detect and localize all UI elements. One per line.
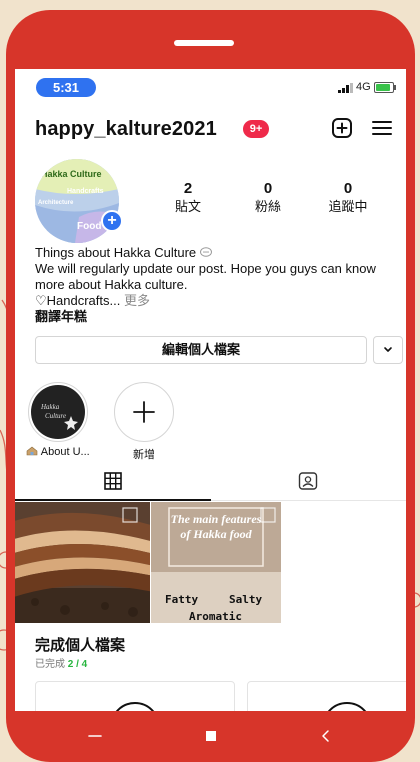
more-link[interactable]: 更多: [124, 293, 150, 308]
tag-aromatic: Aromatic: [189, 610, 242, 623]
battery-cap: [394, 85, 396, 90]
bio-line-1: Things about Hakka Culture: [35, 245, 400, 261]
plus-square-icon[interactable]: [330, 116, 354, 140]
highlight-label: About U...: [26, 446, 90, 458]
tab-grid[interactable]: [15, 464, 211, 499]
avatar-text-handcrafts: Handcrafts: [67, 188, 104, 195]
highlight-cover-text-2: Culture: [45, 412, 66, 420]
home-square-icon[interactable]: [199, 729, 223, 743]
profile-bio: Things about Hakka Culture We will regul…: [35, 245, 400, 325]
add-story-button[interactable]: +: [101, 210, 123, 232]
system-nav-bar: [6, 711, 415, 762]
followers-count: 0: [263, 180, 273, 197]
back-chevron-icon[interactable]: [314, 729, 338, 743]
translate-link[interactable]: 翻譯年糕: [35, 309, 400, 325]
profile-task-card-2[interactable]: [247, 681, 406, 711]
edit-profile-button[interactable]: 編輯個人檔案: [35, 336, 367, 364]
bio-line-1-text: Things about Hakka Culture: [35, 245, 197, 260]
new-highlight-circle: [114, 382, 174, 442]
plus-icon: [133, 401, 155, 423]
grid-icon: [104, 472, 122, 490]
posts-label: 貼文: [174, 199, 201, 214]
phone-speaker: [174, 40, 234, 46]
active-tab-indicator: [15, 499, 211, 501]
new-highlight-label: 新增: [133, 449, 155, 461]
highlight-about-us[interactable]: Hakka Culture About U...: [26, 382, 90, 458]
chevron-down-icon: [384, 347, 392, 352]
profile-photo-task-icon: [110, 702, 160, 711]
braised-pork-photo: [15, 502, 150, 623]
profile-username[interactable]: happy_kalture2021: [35, 118, 217, 141]
profile-task-card-1[interactable]: [35, 681, 235, 711]
chat-bubble-icon: [199, 247, 212, 257]
progress-prefix: 已完成: [35, 659, 65, 670]
highlight-cover-art: Hakka Culture: [31, 385, 85, 439]
highlight-new[interactable]: 新增: [112, 382, 176, 462]
avatar-text-architecture: Architecture: [38, 200, 74, 206]
complete-profile-title: 完成個人檔案: [35, 637, 126, 654]
recent-apps-icon[interactable]: [83, 729, 107, 743]
bio-line-2: We will regularly update our post. Hope …: [35, 261, 376, 292]
highlight-label-text: About U...: [40, 446, 90, 458]
followers-label: 粉絲: [254, 199, 281, 214]
avatar-text-culture: Hakka Culture: [41, 169, 102, 179]
highlight-cover-text-1: Hakka: [40, 403, 60, 411]
post-card-title: The main features of Hakka food: [170, 512, 262, 541]
following-count: 0: [343, 180, 353, 197]
battery-level: [376, 84, 391, 91]
battery-charging-icon: [374, 82, 394, 93]
stat-followers[interactable]: 0 粉絲: [233, 180, 303, 216]
tag-salty: Salty: [229, 593, 263, 606]
network-type: 4G: [356, 81, 371, 93]
tag-fatty: Fatty: [165, 593, 199, 606]
phone-screen: 5:31 4G happy_kalture2021 9+ Hakka Cultu…: [15, 69, 406, 711]
profile-header: happy_kalture2021 9+: [15, 107, 406, 151]
posts-count: 2: [183, 180, 193, 197]
signal-bars-icon: [338, 83, 353, 93]
notification-badge[interactable]: 9+: [243, 120, 269, 138]
suggestions-dropdown-button[interactable]: [373, 336, 403, 364]
stat-following[interactable]: 0 追蹤中: [313, 180, 383, 216]
tab-tagged[interactable]: [211, 464, 406, 499]
tagged-person-icon: [298, 472, 318, 490]
following-label: 追蹤中: [328, 199, 368, 214]
profile-tabs: [15, 464, 406, 501]
bio-line-3: ♡Handcrafts... 更多: [35, 293, 400, 309]
complete-profile-progress: 已完成 2 / 4: [35, 655, 87, 670]
house-icon: [27, 446, 38, 456]
post-hakka-food-features[interactable]: The main features of Hakka food Fatty Sa…: [151, 502, 281, 623]
phone-frame: 5:31 4G happy_kalture2021 9+ Hakka Cultu…: [6, 10, 415, 762]
post-braised-pork[interactable]: [15, 502, 150, 623]
status-bar: 5:31 4G: [15, 69, 406, 107]
hamburger-menu-icon[interactable]: [370, 116, 394, 140]
progress-count: 2 / 4: [67, 659, 88, 670]
status-time: 5:31: [36, 78, 96, 97]
stat-posts[interactable]: 2 貼文: [153, 180, 223, 216]
bio-line-3-text: ♡Handcrafts...: [35, 293, 121, 308]
highlight-cover: Hakka Culture: [28, 382, 88, 442]
bio-task-icon: [322, 702, 372, 711]
avatar-text-food: Food: [77, 221, 101, 232]
